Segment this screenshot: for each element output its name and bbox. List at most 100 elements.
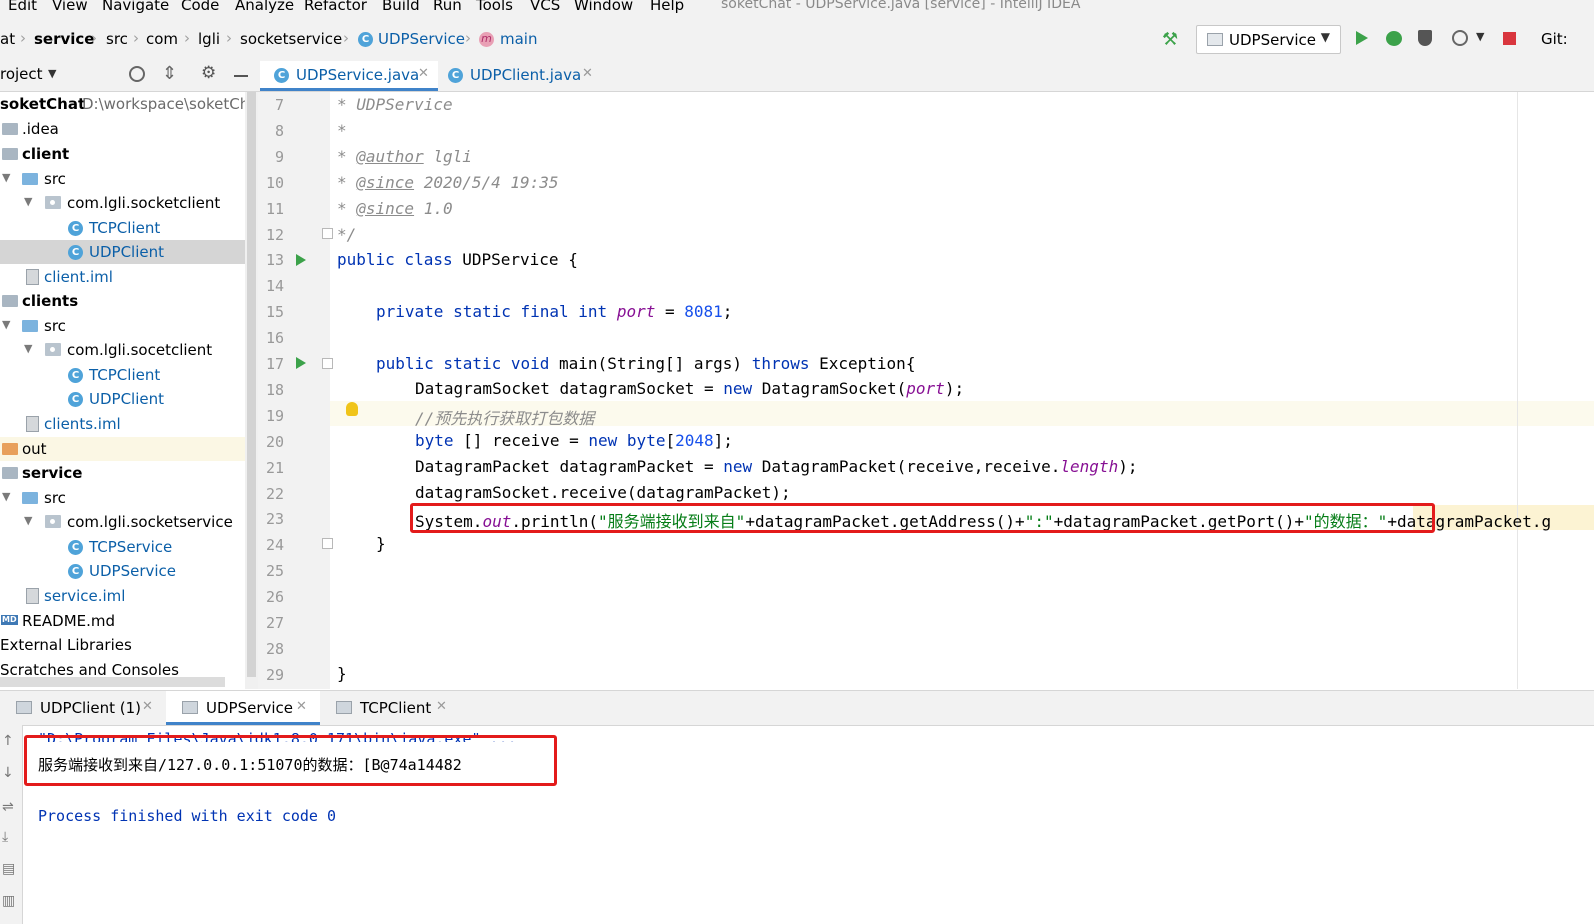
coverage-icon[interactable] <box>1418 30 1432 46</box>
expand-icon[interactable]: ▼ <box>24 342 32 355</box>
excluded-folder-icon <box>2 443 18 455</box>
tree-item-client-src[interactable]: ▼ src <box>0 167 245 191</box>
run-icon[interactable] <box>1356 31 1368 45</box>
code-line-20: byte [] receive = new byte[2048]; <box>415 431 733 450</box>
tree-item-idea[interactable]: .idea <box>0 117 245 141</box>
tree-item-class[interactable]: C TCPService <box>0 535 245 559</box>
git-label[interactable]: Git: <box>1541 30 1568 48</box>
expand-icon[interactable]: ▼ <box>2 171 10 184</box>
breadcrumb-com[interactable]: com <box>146 30 178 48</box>
breadcrumb-method[interactable]: main <box>500 30 537 48</box>
line-number: 29 <box>265 665 284 684</box>
tree-item-class[interactable]: C TCPClient <box>0 363 245 387</box>
soft-wrap-icon[interactable]: ⇌ <box>2 799 14 815</box>
tree-item-readme[interactable]: MD README.md <box>0 609 245 633</box>
print-icon[interactable]: ▤ <box>2 861 15 877</box>
tree-item-external-libraries[interactable]: External Libraries <box>0 633 245 657</box>
hammer-icon[interactable]: ⚒ <box>1162 29 1178 50</box>
tree-item-service[interactable]: service <box>0 461 245 485</box>
tree-label: README.md <box>22 612 116 630</box>
tree-item-class[interactable]: C UDPService <box>0 559 245 583</box>
breadcrumb-lgli[interactable]: lgli <box>198 30 220 48</box>
chevron-down-icon[interactable]: ▼ <box>48 67 56 80</box>
run-icon[interactable] <box>296 254 306 266</box>
tab-label: UDPClient.java <box>470 66 582 84</box>
tree-item-iml[interactable]: service.iml <box>0 584 245 608</box>
tree-item-clients[interactable]: clients <box>0 289 245 313</box>
close-icon[interactable]: ✕ <box>296 699 307 714</box>
run-tab-label: UDPClient (1) <box>40 699 142 717</box>
chevron-right-icon: › <box>343 29 349 47</box>
breadcrumb-src[interactable]: src <box>106 30 128 48</box>
minimize-icon[interactable] <box>234 75 248 77</box>
chevron-down-icon[interactable]: ▼ <box>1476 30 1484 43</box>
tree-root-path: D:\workspace\soketChat <box>82 95 245 113</box>
menu-build[interactable]: Build <box>382 0 420 14</box>
close-icon[interactable]: ✕ <box>142 699 153 714</box>
profile-icon[interactable] <box>1452 30 1468 46</box>
tree-item-package[interactable]: ▼ com.lgli.socketclient <box>0 191 245 215</box>
menu-refactor[interactable]: Refactor <box>304 0 367 14</box>
menu-view[interactable]: View <box>52 0 88 14</box>
run-tab-udpservice[interactable]: UDPService ✕ <box>166 691 320 725</box>
menu-help[interactable]: Help <box>650 0 684 14</box>
trash-icon[interactable]: ▥ <box>2 893 15 909</box>
menu-analyze[interactable]: Analyze <box>235 0 294 14</box>
close-icon[interactable]: ✕ <box>582 66 593 81</box>
tree-label: UDPClient <box>89 243 164 261</box>
tree-item-root[interactable]: soketChat D:\workspace\soketChat <box>0 92 245 116</box>
close-icon[interactable]: ✕ <box>418 66 429 81</box>
debug-icon[interactable] <box>1386 31 1402 46</box>
tree-item-iml[interactable]: client.iml <box>0 265 245 289</box>
menu-edit[interactable]: Edit <box>8 0 37 14</box>
bulb-icon[interactable] <box>346 402 358 416</box>
tree-item-class[interactable]: C TCPClient <box>0 216 245 240</box>
close-icon[interactable]: ✕ <box>436 699 447 714</box>
scroll-to-end-icon[interactable]: ⤓ <box>2 829 8 845</box>
tree-item-iml[interactable]: clients.iml <box>0 412 245 436</box>
expand-icon[interactable]: ▼ <box>2 490 10 503</box>
tree-scrollbar[interactable] <box>247 92 256 677</box>
run-tab-udpclient[interactable]: UDPClient (1) ✕ <box>0 691 162 725</box>
tab-udpclient[interactable]: C UDPClient.java ✕ <box>438 61 598 91</box>
stop-icon[interactable] <box>1503 32 1516 45</box>
tree-item-service-src[interactable]: ▼ src <box>0 486 245 510</box>
breadcrumb-module[interactable]: service <box>34 30 94 48</box>
tree-item-package[interactable]: ▼ com.lgli.socetclient <box>0 338 245 362</box>
tree-item-client[interactable]: client <box>0 142 245 166</box>
expand-icon[interactable]: ▼ <box>24 195 32 208</box>
tree-item-class[interactable]: C UDPClient <box>0 387 245 411</box>
tree-item-class-selected[interactable]: C UDPClient <box>0 240 245 264</box>
tree-horizontal-scrollbar[interactable] <box>0 677 225 687</box>
arrow-up-icon[interactable]: ↑ <box>2 733 14 749</box>
tree-item-package[interactable]: ▼ com.lgli.socketservice <box>0 510 245 534</box>
run-tab-tcpclient[interactable]: TCPClient ✕ <box>320 691 460 725</box>
class-icon: C <box>68 392 83 407</box>
menu-window[interactable]: Window <box>574 0 633 14</box>
tree-item-clients-src[interactable]: ▼ src <box>0 314 245 338</box>
menu-vcs[interactable]: VCS <box>530 0 560 14</box>
run-tab-label: UDPService <box>206 699 294 717</box>
fold-icon[interactable] <box>322 538 333 549</box>
menu-navigate[interactable]: Navigate <box>102 0 169 14</box>
tab-udpservice[interactable]: C UDPService.java ✕ <box>260 61 438 91</box>
gear-icon[interactable]: ⚙ <box>201 63 216 83</box>
fold-icon[interactable] <box>322 228 333 239</box>
run-icon[interactable] <box>296 357 306 369</box>
menu-code[interactable]: Code <box>181 0 219 14</box>
breadcrumb-class[interactable]: UDPService <box>378 30 465 48</box>
menu-run[interactable]: Run <box>433 0 462 14</box>
run-config-select[interactable]: UDPService ▼ <box>1196 25 1341 54</box>
line-number: 16 <box>265 329 284 348</box>
project-view-label[interactable]: roject <box>0 65 43 83</box>
arrow-down-icon[interactable]: ↓ <box>2 765 14 781</box>
fold-icon[interactable] <box>322 358 333 369</box>
breadcrumb-package[interactable]: socketservice <box>240 30 342 48</box>
menu-tools[interactable]: Tools <box>476 0 513 14</box>
breadcrumb-root[interactable]: at <box>0 30 15 48</box>
expand-icon[interactable]: ▼ <box>24 514 32 527</box>
expand-icon[interactable]: ▼ <box>2 318 10 331</box>
target-icon[interactable] <box>129 66 145 82</box>
tree-item-out[interactable]: out <box>0 437 245 461</box>
collapse-icon[interactable]: ⇕ <box>162 63 177 84</box>
